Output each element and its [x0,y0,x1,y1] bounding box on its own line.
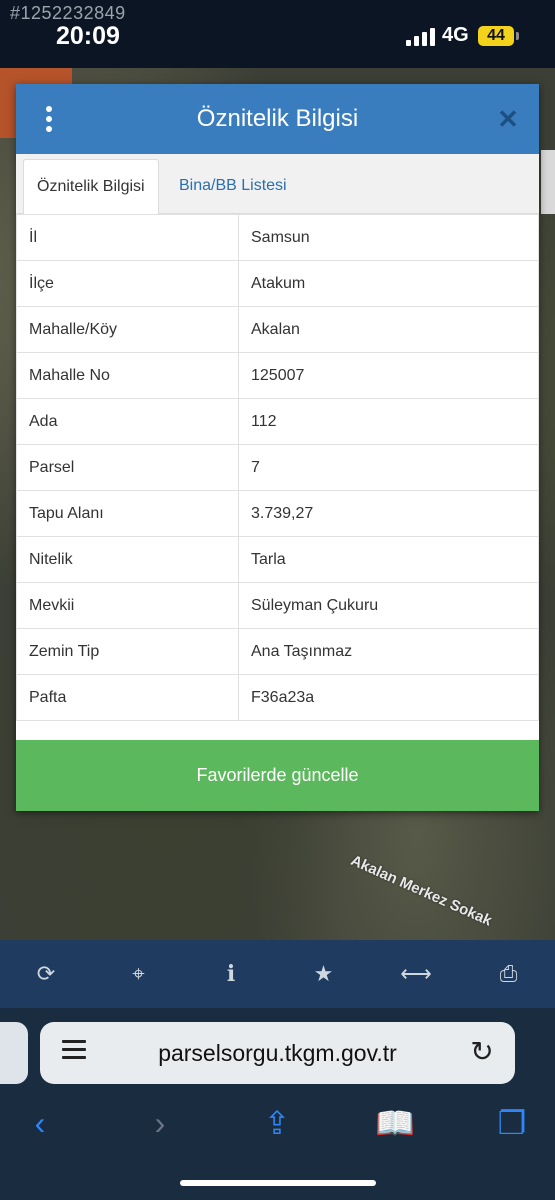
attribute-key: Mevkii [16,582,239,629]
attribute-value: Ana Taşınmaz [238,628,539,675]
table-row: Nitelik Tarla [16,536,539,583]
back-icon[interactable]: ‹ [10,1098,70,1148]
measure-icon[interactable]: ⟷ [370,940,462,1008]
refresh-icon[interactable]: ⟳ [0,940,92,1008]
bookmarks-icon[interactable]: 📖 [365,1098,425,1148]
attribute-value: Süleyman Çukuru [238,582,539,629]
map-scrollbar[interactable] [541,150,555,214]
table-row: Pafta F36a23a [16,674,539,721]
watermark-id: #1252232849 [10,3,126,23]
table-row: Mevkii Süleyman Çukuru [16,582,539,629]
url-text: parselsorgu.tkgm.gov.tr [158,1040,397,1066]
attribute-value: F36a23a [238,674,539,721]
attribute-value: 112 [238,398,539,445]
table-row: Parsel 7 [16,444,539,491]
attribute-key: Zemin Tip [16,628,239,675]
table-row: Mahalle No 125007 [16,352,539,399]
attribute-value: 7 [238,444,539,491]
update-favorites-button[interactable]: Favorilerde güncelle [16,740,539,811]
attribute-key: Ada [16,398,239,445]
dialog-header: Öznitelik Bilgisi ✕ [16,84,539,154]
table-row: Tapu Alanı 3.739,27 [16,490,539,537]
attribute-value: Samsun [238,214,539,261]
attribute-key: Tapu Alanı [16,490,239,537]
attribute-value: Tarla [238,536,539,583]
dialog-tabs: Öznitelik Bilgisi Bina/BB Listesi [16,154,539,215]
address-bar[interactable]: parselsorgu.tkgm.gov.tr ↻ [40,1022,515,1084]
attribute-value: Akalan [238,306,539,353]
table-row: Zemin Tip Ana Taşınmaz [16,628,539,675]
attribute-key: Nitelik [16,536,239,583]
reload-icon[interactable]: ↻ [467,1037,497,1067]
star-icon[interactable]: ★ [278,940,370,1008]
attribute-table: İl Samsun İlçe Atakum Mahalle/Köy Akalan Mahal… [16,214,539,721]
attribute-value: 3.739,27 [238,490,539,537]
attribute-value: 125007 [238,352,539,399]
table-row: Ada 112 [16,398,539,445]
info-icon[interactable]: i [185,940,277,1008]
forward-icon[interactable]: › [130,1098,190,1148]
table-row: İl Samsun [16,214,539,261]
battery-icon: 44 [478,26,519,46]
crosshair-icon[interactable]: ⌖ [93,940,185,1008]
kebab-menu-icon[interactable] [42,106,56,132]
attribute-key: Parsel [16,444,239,491]
previous-tab-peek[interactable] [0,1022,28,1084]
tabs-icon[interactable]: ❐ [482,1098,542,1148]
browser-chrome: parselsorgu.tkgm.gov.tr ↻ ‹ › ⇪ 📖 ❐ [0,1008,555,1200]
status-bar: #1252232849 20:09 4G 44 [0,0,555,68]
signal-icon [406,28,436,46]
table-row: İlçe Atakum [16,260,539,307]
clock: 20:09 [56,22,120,50]
share-icon[interactable]: ⇪ [247,1098,307,1148]
tab-building-list[interactable]: Bina/BB Listesi [166,159,300,213]
network-type: 4G [442,24,469,46]
attribute-key: Mahalle/Köy [16,306,239,353]
tab-attribute-info[interactable]: Öznitelik Bilgisi [23,159,159,215]
dialog-title: Öznitelik Bilgisi [196,105,359,132]
attribute-key: Pafta [16,674,239,721]
close-icon[interactable]: ✕ [493,104,523,134]
table-row: Mahalle/Köy Akalan [16,306,539,353]
attribute-key: İl [16,214,239,261]
map-toolbar: ⟳ ⌖ i ★ ⟷ ⎙ [0,940,555,1008]
home-indicator [180,1180,376,1186]
attribute-dialog: Öznitelik Bilgisi ✕ Öznitelik Bilgisi Bi… [16,84,539,811]
attribute-value: Atakum [238,260,539,307]
attribute-key: İlçe [16,260,239,307]
print-icon[interactable]: ⎙ [463,940,555,1008]
attribute-key: Mahalle No [16,352,239,399]
